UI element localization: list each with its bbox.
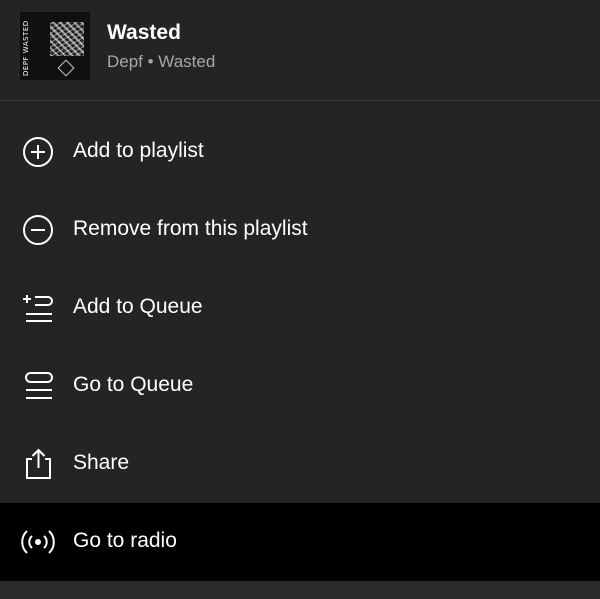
menu-item-go-to-queue[interactable]: Go to Queue bbox=[0, 347, 600, 425]
menu-item-go-to-radio[interactable]: Go to radio bbox=[0, 503, 600, 581]
menu-item-share[interactable]: Share bbox=[0, 425, 600, 503]
share-icon bbox=[20, 448, 56, 480]
queue-icon bbox=[20, 370, 56, 402]
menu-item-label: Remove from this playlist bbox=[73, 217, 308, 240]
menu-item-label: Go to Queue bbox=[73, 373, 194, 396]
menu-item-add-to-queue[interactable]: Add to Queue bbox=[0, 269, 600, 347]
track-subtitle: Depf • Wasted bbox=[107, 52, 216, 71]
track-title: Wasted bbox=[107, 21, 181, 44]
remove-circle-icon bbox=[20, 214, 56, 246]
menu-item-label: Add to Queue bbox=[73, 295, 203, 318]
add-circle-icon bbox=[20, 136, 56, 168]
album-cover: DEPF WASTED bbox=[20, 12, 90, 80]
radio-icon bbox=[20, 526, 56, 558]
menu-item-remove-from-playlist[interactable]: Remove from this playlist bbox=[0, 191, 600, 269]
menu-item-label: Share bbox=[73, 451, 130, 474]
add-to-queue-icon bbox=[20, 292, 56, 324]
context-menu-sheet: DEPF WASTED Wasted Depf • Wasted Add to … bbox=[0, 0, 600, 599]
menu-item-label: Add to playlist bbox=[73, 139, 204, 162]
menu-item-add-to-playlist[interactable]: Add to playlist bbox=[0, 113, 600, 191]
album-cover-text: DEPF WASTED bbox=[22, 20, 30, 76]
menu-item-label: Go to radio bbox=[73, 529, 177, 552]
track-header: DEPF WASTED Wasted Depf • Wasted bbox=[0, 0, 600, 101]
sheet-bottom-strip bbox=[0, 581, 600, 599]
